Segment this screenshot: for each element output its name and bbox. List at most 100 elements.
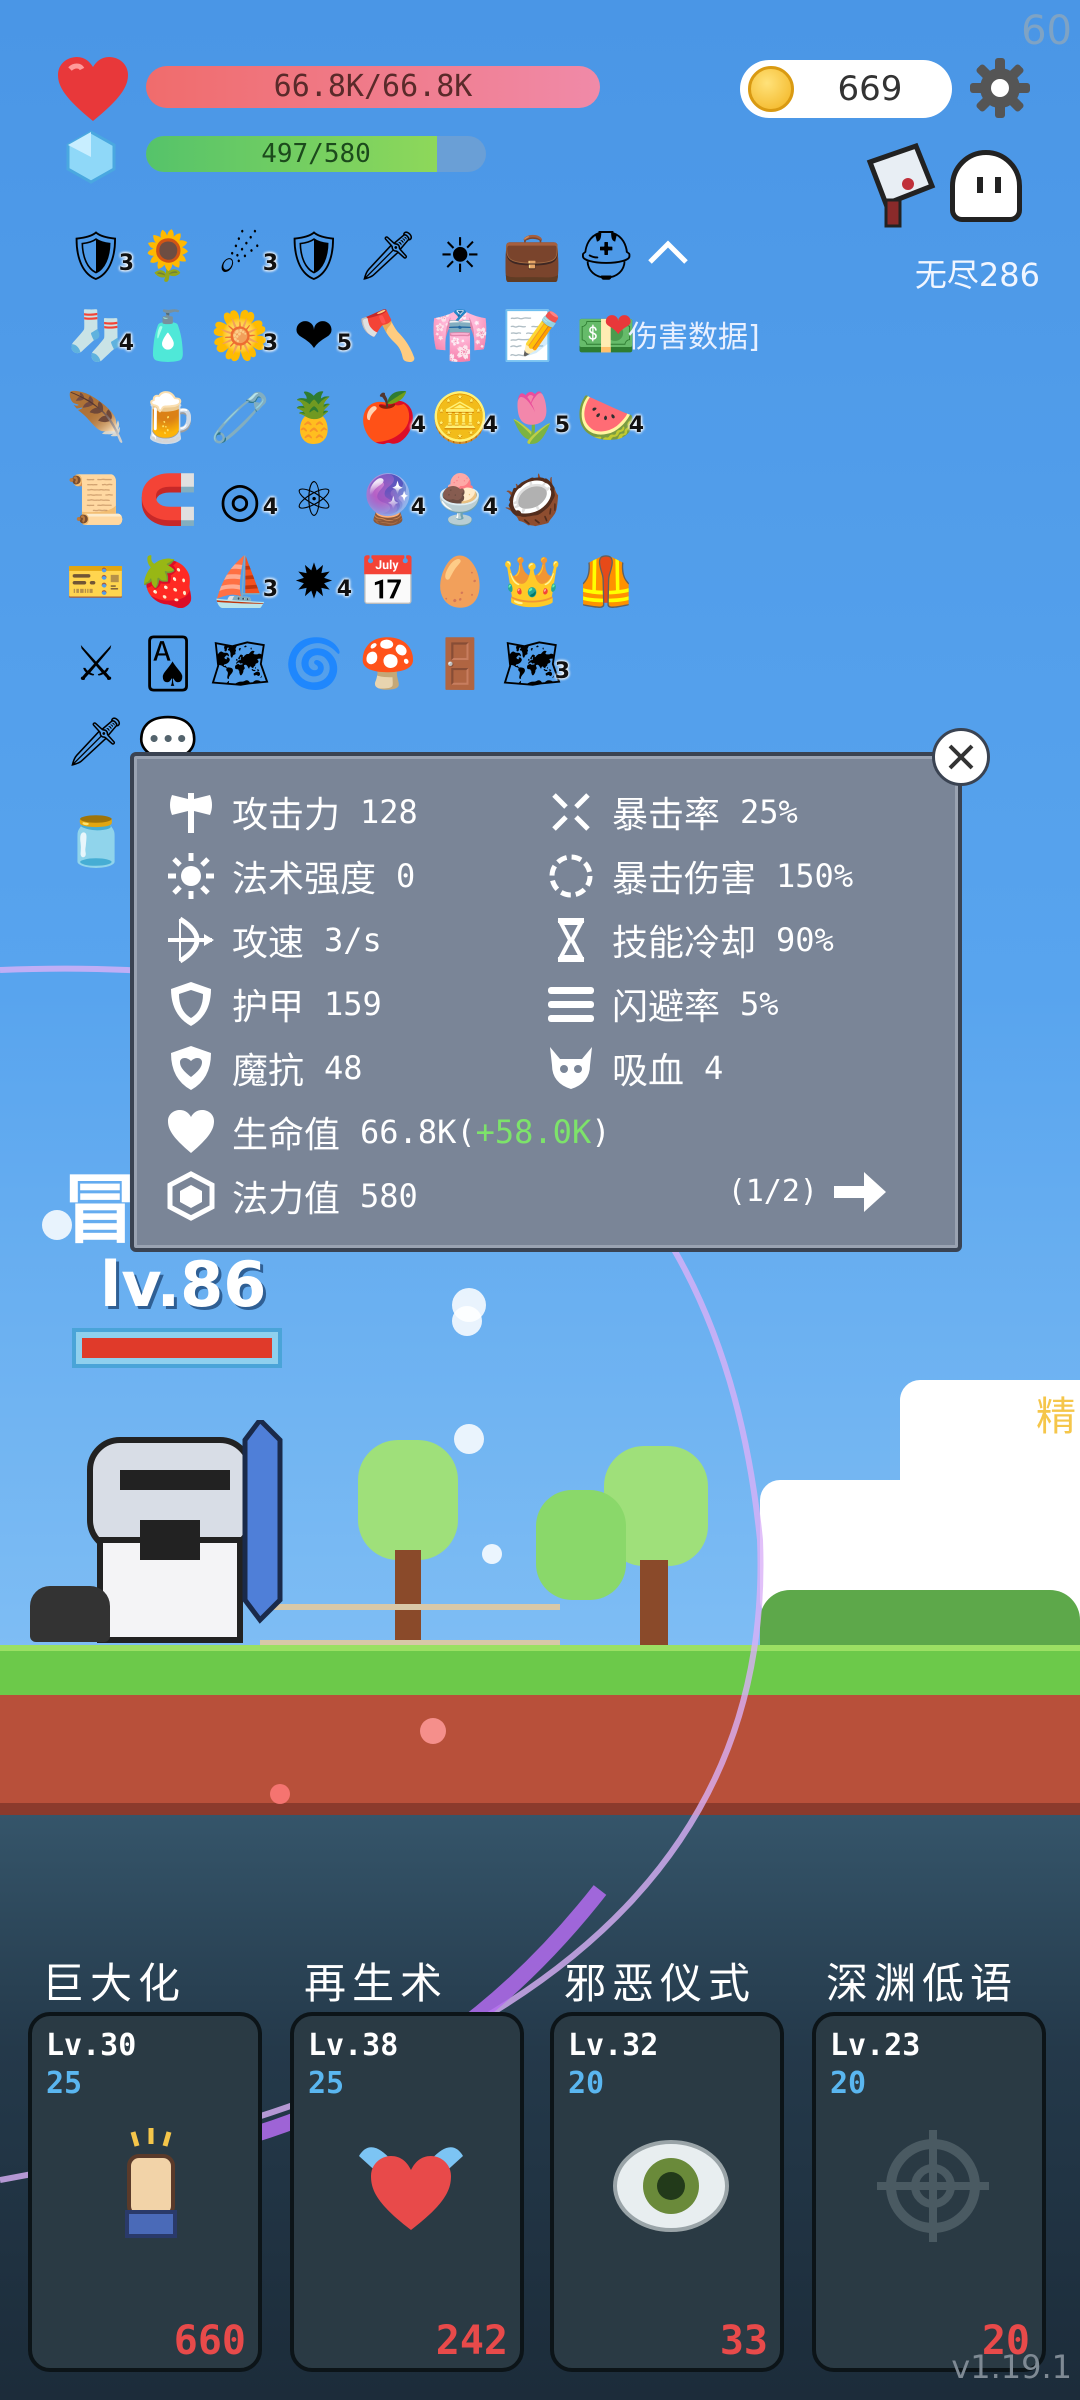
- damage-data-link[interactable]: 伤害数据]: [628, 312, 760, 356]
- inventory-item[interactable]: ☄ 3: [208, 224, 278, 288]
- inventory-item[interactable]: 🔮 4: [356, 468, 426, 532]
- gold-coin-icon: [748, 66, 794, 112]
- inventory-item[interactable]: ✹ 4: [282, 550, 352, 614]
- inventory-item[interactable]: ⛑: [574, 224, 638, 288]
- inventory-item[interactable]: 🍎 4: [356, 386, 426, 450]
- stat-cooldown: 技能冷却 90%: [546, 912, 834, 968]
- inventory-item[interactable]: 🍨 4: [428, 468, 498, 532]
- inventory-item[interactable]: 🍉 4: [574, 386, 644, 450]
- inventory-item[interactable]: ⚔: [64, 632, 128, 696]
- inventory-item[interactable]: 🥚: [428, 550, 492, 614]
- inventory-item[interactable]: 🌻: [136, 224, 200, 288]
- ghost-icon[interactable]: [950, 150, 1022, 222]
- inventory-item[interactable]: 🛡: [282, 224, 346, 288]
- stat-value: 48: [324, 1049, 363, 1087]
- inventory-item[interactable]: 🍄: [356, 632, 420, 696]
- cleaver-icon[interactable]: [860, 142, 940, 228]
- inventory-item[interactable]: 🪓: [356, 304, 420, 368]
- battle-axe-icon: 🪓: [358, 308, 418, 364]
- inventory-item[interactable]: ❤ 5: [282, 304, 352, 368]
- inventory-item[interactable]: 💼: [500, 224, 564, 288]
- stat-spell-power: 法术强度 0: [166, 848, 415, 904]
- inventory-item[interactable]: 🍓: [136, 550, 200, 614]
- shield-icon: [171, 982, 211, 1026]
- skill-card[interactable]: Lv.32 20 33: [550, 2012, 784, 2372]
- coconut-icon: 🥥: [502, 472, 562, 528]
- skill-card[interactable]: Lv.30 25 660: [28, 2012, 262, 2372]
- inventory-item[interactable]: 🗺 3: [500, 632, 570, 696]
- item-count: 4: [482, 413, 498, 438]
- inventory-item[interactable]: 🌷 5: [500, 386, 570, 450]
- mana-crystal-icon: [66, 130, 116, 184]
- inventory-item[interactable]: 👘: [428, 304, 492, 368]
- inventory-item[interactable]: 📜: [64, 468, 128, 532]
- axe-icon: [170, 793, 212, 833]
- item-count: 4: [410, 413, 426, 438]
- close-icon: [948, 744, 974, 770]
- item-count: 3: [262, 577, 278, 602]
- inventory-item[interactable]: 👑: [500, 550, 564, 614]
- sparkle-orb: [420, 1718, 446, 1744]
- item-count: 5: [554, 413, 570, 438]
- skill-card[interactable]: Lv.23 20 20: [812, 2012, 1046, 2372]
- chevron-up-icon[interactable]: [646, 238, 690, 266]
- inventory-item[interactable]: 🍺: [136, 386, 200, 450]
- sunflower-icon: 🌻: [138, 228, 198, 284]
- bonus-open-paren: (: [456, 1113, 476, 1151]
- blue-orb-icon: 🔮: [358, 472, 418, 528]
- stat-lifesteal: 吸血 4: [546, 1040, 723, 1096]
- heart-icon: [168, 1110, 214, 1153]
- inventory-item[interactable]: 🌀: [282, 632, 346, 696]
- inventory-item[interactable]: 🂡: [136, 632, 200, 696]
- inventory-item[interactable]: 🎫: [64, 550, 128, 614]
- skill-name: 邪恶仪式: [564, 1959, 757, 2008]
- inventory-item[interactable]: 🪶: [64, 386, 128, 450]
- inventory-item[interactable]: 🦺: [574, 550, 638, 614]
- hp-heart-icon: [58, 57, 128, 121]
- folded-map-icon: 🗺: [501, 636, 563, 692]
- inventory-item[interactable]: 🧴: [136, 304, 200, 368]
- inventory-item[interactable]: 🗺: [208, 632, 272, 696]
- white-flower-icon: 🌼: [210, 308, 270, 364]
- crown-icon: 👑: [502, 554, 562, 610]
- inventory-item[interactable]: 📝: [500, 304, 564, 368]
- inventory-item[interactable]: ◎ 4: [208, 468, 278, 532]
- stat-label: 护甲: [232, 987, 305, 1028]
- inventory-item[interactable]: 🪙 4: [428, 386, 498, 450]
- inventory-item[interactable]: ⛵ 3: [208, 550, 278, 614]
- crosshair-icon: [873, 2126, 993, 2246]
- inventory-item[interactable]: 🛡 3: [64, 224, 134, 288]
- inventory-item[interactable]: 🧷: [208, 386, 272, 450]
- stat-value: 90%: [776, 921, 834, 959]
- inventory-item[interactable]: 🧲: [136, 468, 200, 532]
- inventory-item[interactable]: ☀: [428, 224, 492, 288]
- inventory-item[interactable]: 🗡: [64, 710, 128, 774]
- next-page-arrow-icon[interactable]: [834, 1170, 888, 1214]
- inventory-item[interactable]: 🧦 4: [64, 304, 134, 368]
- inventory-item[interactable]: 🌼 3: [208, 304, 278, 368]
- inventory-item[interactable]: 📅: [356, 550, 420, 614]
- star-card-icon: 🎫: [66, 554, 126, 610]
- inventory-item[interactable]: 🚪: [428, 632, 492, 696]
- mushroom-icon: 🍄: [358, 636, 418, 692]
- skill-card[interactable]: Lv.38 25 242: [290, 2012, 524, 2372]
- inventory-item[interactable]: 🥥: [500, 468, 564, 532]
- mp-bar: 497/580: [146, 136, 486, 172]
- gold-counter[interactable]: 669: [740, 60, 952, 118]
- settings-gear-icon[interactable]: [968, 56, 1032, 120]
- stat-value: 159: [324, 985, 382, 1023]
- inventory-item[interactable]: 🫙: [64, 810, 128, 874]
- meteor-icon: ☄: [218, 228, 262, 284]
- inventory-item[interactable]: ⚛: [282, 468, 346, 532]
- feather-icon: 🪶: [66, 390, 126, 446]
- robe-icon: 👘: [430, 308, 490, 364]
- stat-value: 25%: [740, 793, 798, 831]
- gold-amount: 669: [837, 69, 903, 109]
- stat-label: 攻击力: [232, 795, 341, 836]
- close-button[interactable]: [932, 728, 990, 786]
- molecule-icon: ⚛: [292, 472, 336, 528]
- inventory-item[interactable]: 🍍: [282, 386, 346, 450]
- skill-cost: 20: [830, 2066, 867, 2101]
- skill-cost: 20: [568, 2066, 605, 2101]
- inventory-item[interactable]: 🗡: [356, 224, 420, 288]
